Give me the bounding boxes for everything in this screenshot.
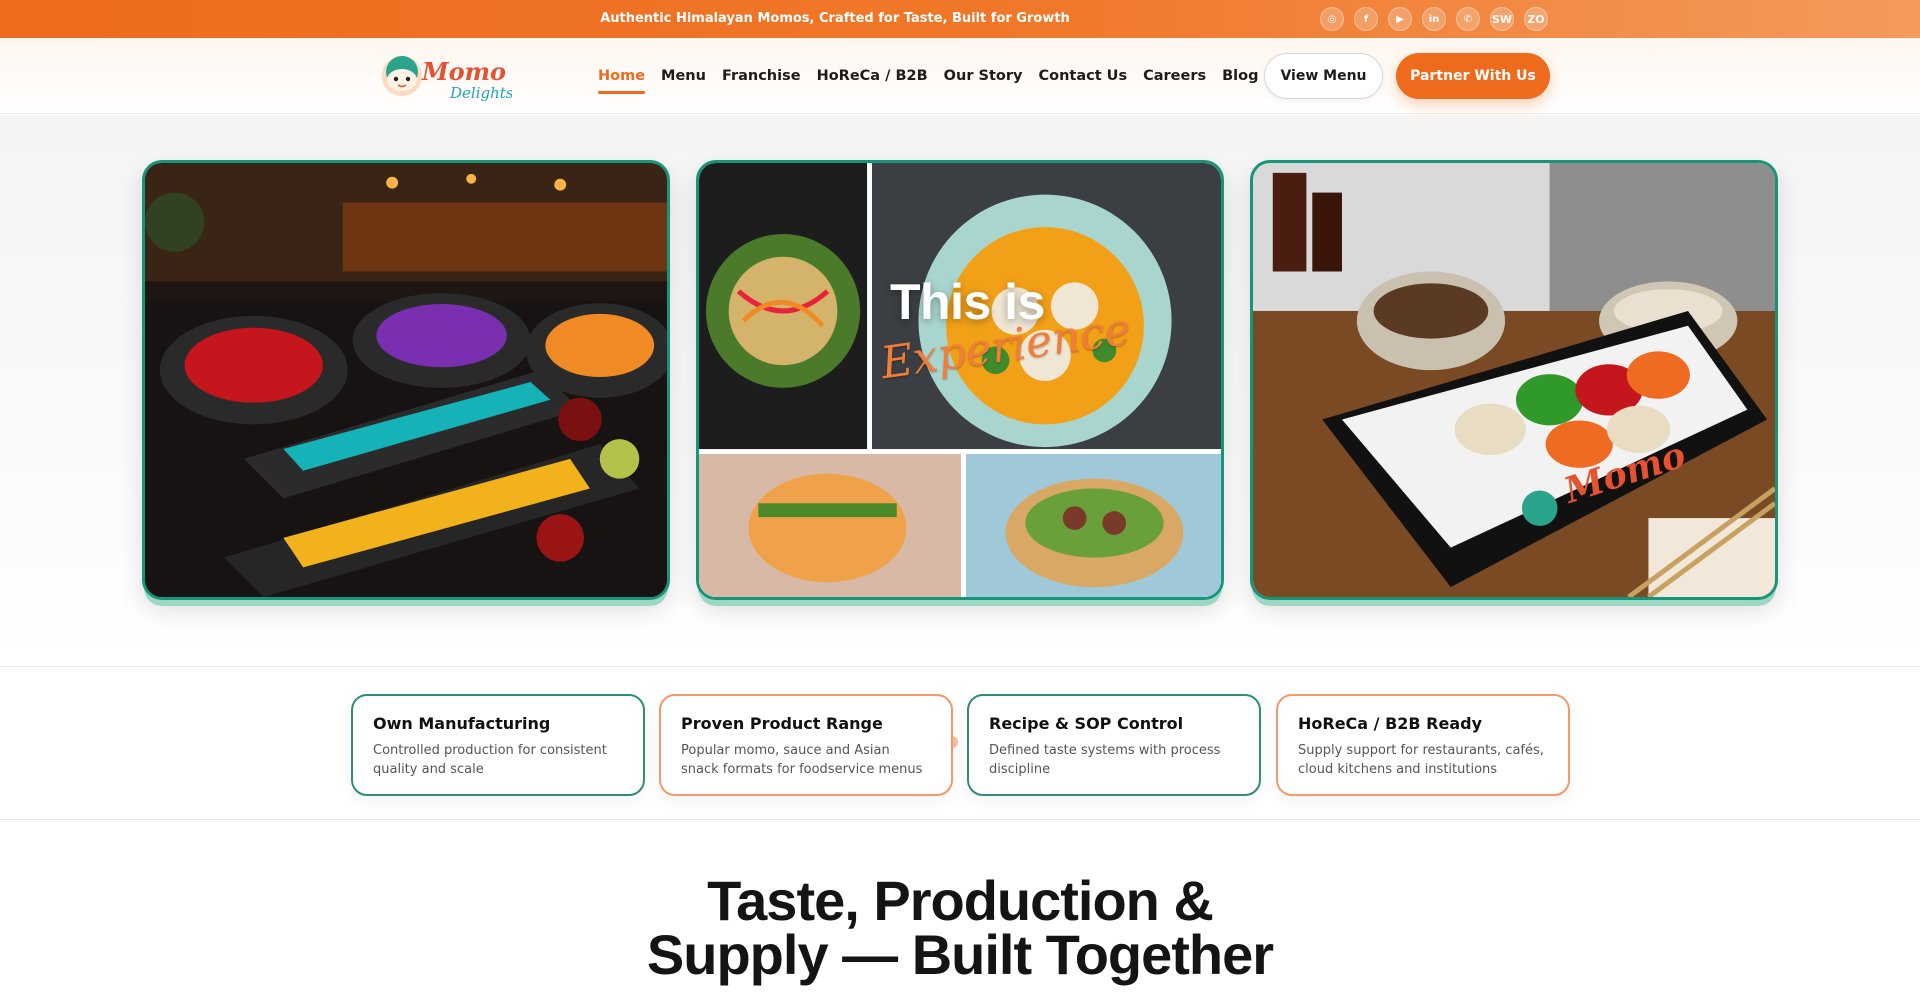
carousel-slide-colored-momos[interactable] — [142, 160, 670, 600]
nav-blog[interactable]: Blog — [1222, 64, 1258, 88]
feature-desc: Defined taste systems with process disci… — [989, 743, 1221, 777]
section-heading-line-2: Supply — Built Together — [646, 923, 1274, 986]
feature-strip: Own Manufacturing Controlled production … — [0, 668, 1920, 820]
partner-with-us-button[interactable]: Partner With Us — [1396, 53, 1550, 99]
hero-carousel: Momo This is Experience — [0, 115, 1920, 748]
whatsapp-icon[interactable]: ✆ — [1456, 7, 1480, 31]
youtube-icon[interactable]: ▶ — [1388, 7, 1412, 31]
view-menu-button[interactable]: View Menu — [1264, 53, 1383, 99]
feature-title: Recipe & SOP Control — [989, 714, 1184, 733]
linkedin-icon[interactable]: in — [1422, 7, 1446, 31]
zomato-icon[interactable]: ZO — [1524, 7, 1548, 31]
nav-home[interactable]: Home — [598, 64, 646, 94]
carousel-slide-momo-takeaway[interactable]: Momo — [1250, 160, 1778, 600]
nav-franchise[interactable]: Franchise — [722, 64, 801, 88]
feature-desc: Popular momo, sauce and Asian snack form… — [681, 743, 923, 777]
svg-text:Momo: Momo — [421, 57, 506, 86]
main-nav: Home Menu Franchise HoReCa / B2B Our Sto… — [598, 38, 1259, 114]
feature-title: Proven Product Range — [681, 714, 883, 733]
feature-card-product-range: Proven Product Range Popular momo, sauce… — [659, 694, 953, 796]
section-heading-line-1: Taste, Production & — [707, 869, 1214, 932]
feature-card-horeca-b2b: HoReCa / B2B Ready Supply support for re… — [1276, 694, 1570, 796]
site-header: Momo Delights Home Menu Franchise HoReCa… — [0, 38, 1920, 114]
svg-text:Delights: Delights — [449, 84, 512, 102]
social-links: ◎ f ▶ in ✆ SW ZO — [1320, 7, 1548, 31]
nav-contact-us[interactable]: Contact Us — [1038, 64, 1127, 88]
feature-desc: Supply support for restaurants, cafés, c… — [1298, 743, 1544, 777]
facebook-icon[interactable]: f — [1354, 7, 1378, 31]
feature-title: Own Manufacturing — [373, 714, 551, 733]
instagram-icon[interactable]: ◎ — [1320, 7, 1344, 31]
feature-title: HoReCa / B2B Ready — [1298, 714, 1483, 733]
feature-card-own-manufacturing: Own Manufacturing Controlled production … — [351, 694, 645, 796]
brand-logo[interactable]: Momo Delights — [378, 48, 514, 104]
nav-horeca-b2b[interactable]: HoReCa / B2B — [817, 64, 928, 88]
swiggy-icon[interactable]: SW — [1490, 7, 1514, 31]
nav-menu[interactable]: Menu — [661, 64, 706, 88]
nav-careers[interactable]: Careers — [1143, 64, 1206, 88]
carousel-slide-momo-collage[interactable] — [696, 160, 1224, 600]
feature-desc: Controlled production for consistent qua… — [373, 743, 607, 777]
announcement-bar: Authentic Himalayan Momos, Crafted for T… — [0, 0, 1920, 38]
feature-card-recipe-sop: Recipe & SOP Control Defined taste syste… — [967, 694, 1261, 796]
nav-our-story[interactable]: Our Story — [944, 64, 1023, 88]
section-heading: Taste, Production & Supply — Built Toget… — [0, 869, 1920, 986]
